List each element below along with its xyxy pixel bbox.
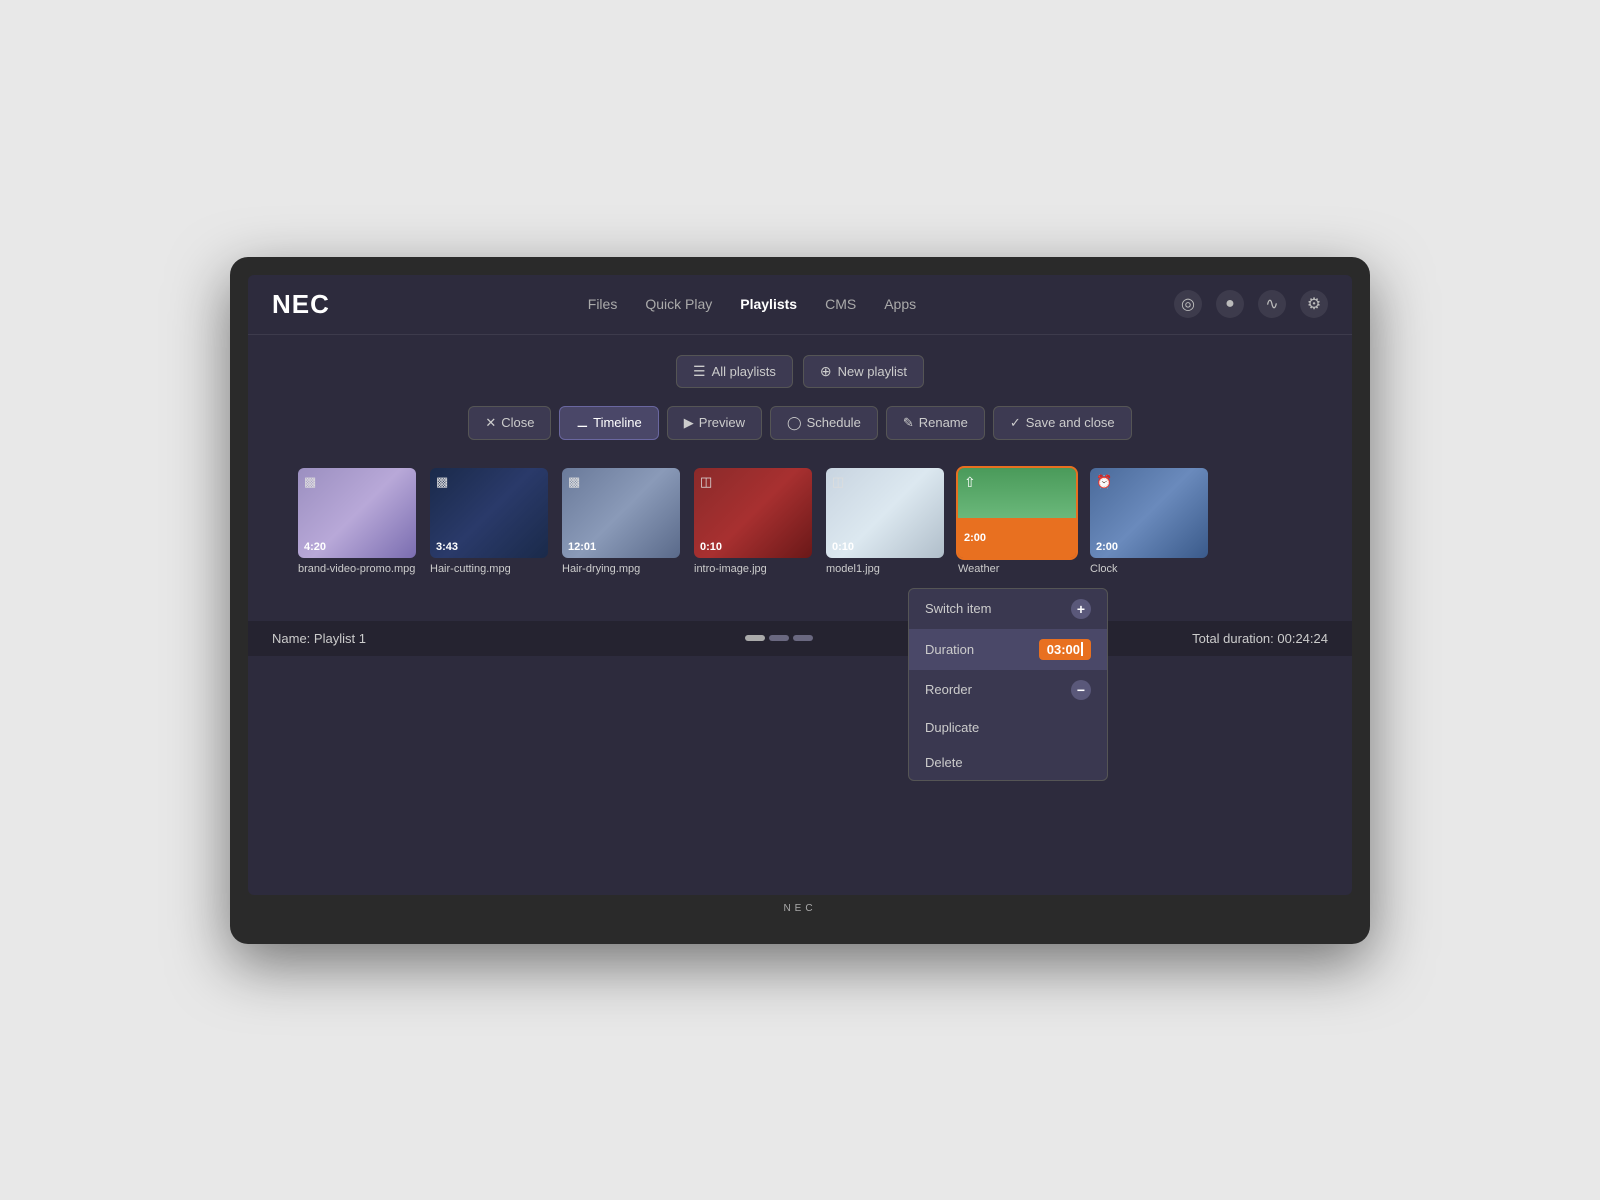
timeline-button[interactable]: ⚊ Timeline [559, 406, 658, 440]
video-icon: ▩ [568, 474, 580, 490]
duration-badge: 2:00 [1096, 541, 1118, 553]
scroll-dot-3 [793, 635, 813, 641]
tv-monitor: NEC Files Quick Play Playlists CMS Apps … [230, 257, 1370, 944]
rename-button[interactable]: ✎ Rename [886, 406, 985, 440]
context-menu-delete[interactable]: Delete [909, 745, 1107, 780]
duration-label: Duration [925, 642, 974, 657]
tv-screen: NEC Files Quick Play Playlists CMS Apps … [248, 275, 1352, 895]
duration-seconds: 00 [1066, 642, 1080, 657]
bottom-bar: Name: Playlist 1 Total duration: 00:24:2… [248, 621, 1352, 656]
nav-link-files[interactable]: Files [588, 296, 618, 312]
checkmark-icon: ✓ [1010, 415, 1021, 431]
globe-icon[interactable]: ● [1216, 290, 1244, 318]
duplicate-label: Duplicate [925, 720, 979, 735]
scroll-indicators [745, 635, 813, 641]
playlist-header: ☰ All playlists ⊕ New playlist [288, 355, 1312, 388]
play-icon: ▶ [684, 415, 694, 431]
duration-text: 03 [1047, 642, 1061, 657]
media-item[interactable]: ▩ 3:43 Hair-cutting.mpg [430, 468, 548, 575]
media-item[interactable]: ◫ 0:10 model1.jpg [826, 468, 944, 575]
clock-icon: ⏰ [1096, 474, 1112, 490]
preview-button[interactable]: ▶ Preview [667, 406, 762, 440]
video-icon: ▩ [436, 474, 448, 490]
nav-link-apps[interactable]: Apps [884, 296, 916, 312]
media-item[interactable]: ▩ 12:01 Hair-drying.mpg [562, 468, 680, 575]
duration-badge: 4:20 [304, 541, 326, 553]
weather-icon: ⇧ [964, 474, 976, 491]
scroll-dot-1 [745, 635, 765, 641]
main-content: ☰ All playlists ⊕ New playlist ✕ Close ⚊… [248, 335, 1352, 591]
media-name: Clock [1090, 563, 1208, 575]
context-menu-reorder[interactable]: Reorder − [909, 670, 1107, 710]
duration-badge: 3:43 [436, 541, 458, 553]
duration-badge: 0:10 [832, 541, 854, 553]
save-and-close-button[interactable]: ✓ Save and close [993, 406, 1132, 440]
media-name: Hair-drying.mpg [562, 563, 680, 575]
image-icon: ◫ [700, 474, 712, 490]
rename-icon: ✎ [903, 415, 914, 431]
schedule-label: Schedule [807, 415, 861, 430]
media-grid: ▩ 4:20 brand-video-promo.mpg ▩ 3:43 Hair… [288, 468, 1312, 575]
timeline-label: Timeline [593, 415, 642, 430]
nav-link-quickplay[interactable]: Quick Play [645, 296, 712, 312]
wifi-icon[interactable]: ∿ [1258, 290, 1286, 318]
close-icon: ✕ [485, 415, 496, 431]
reorder-label: Reorder [925, 682, 972, 697]
duration-input-group: 03:00 [1039, 639, 1091, 660]
duration-badge: 12:01 [568, 541, 596, 553]
close-button[interactable]: ✕ Close [468, 406, 551, 440]
image-icon: ◫ [832, 474, 844, 490]
plus-circle-icon: ⊕ [820, 363, 832, 380]
tv-brand-label: NEC [248, 903, 1352, 914]
new-playlist-button[interactable]: ⊕ New playlist [803, 355, 924, 388]
media-item[interactable]: ◫ 0:10 intro-image.jpg [694, 468, 812, 575]
duration-value[interactable]: 03:00 [1039, 639, 1091, 660]
context-menu: Switch item + Duration 03:00 Reorder [908, 588, 1108, 781]
duration-cursor [1081, 642, 1083, 656]
context-menu-duplicate[interactable]: Duplicate [909, 710, 1107, 745]
schedule-button[interactable]: ◯ Schedule [770, 406, 878, 440]
user-icon[interactable]: ◎ [1174, 290, 1202, 318]
timeline-icon: ⚊ [576, 415, 588, 431]
video-icon: ▩ [304, 474, 316, 490]
delete-label: Delete [925, 755, 963, 770]
all-playlists-label: All playlists [712, 364, 776, 379]
schedule-icon: ◯ [787, 415, 802, 431]
new-playlist-label: New playlist [838, 364, 907, 379]
weather-duration: 2:00 [964, 532, 986, 544]
settings-icon[interactable]: ⚙ [1300, 290, 1328, 318]
nav-links: Files Quick Play Playlists CMS Apps [588, 296, 916, 312]
media-name: Hair-cutting.mpg [430, 563, 548, 575]
media-name: brand-video-promo.mpg [298, 563, 416, 575]
nav-logo: NEC [272, 289, 330, 320]
switch-item-plus[interactable]: + [1071, 599, 1091, 619]
duration-badge: 0:10 [700, 541, 722, 553]
media-item-weather[interactable]: ⇧ 2:00 Weather [958, 468, 1076, 575]
media-name: Weather [958, 563, 1076, 575]
nav-icons: ◎ ● ∿ ⚙ [1174, 290, 1328, 318]
scroll-dot-2 [769, 635, 789, 641]
switch-item-label: Switch item [925, 601, 991, 616]
save-and-close-label: Save and close [1026, 415, 1115, 430]
media-item-clock[interactable]: ⏰ 2:00 Clock [1090, 468, 1208, 575]
playlist-name: Name: Playlist 1 [272, 631, 366, 646]
media-item[interactable]: ▩ 4:20 brand-video-promo.mpg [298, 468, 416, 575]
nav-link-playlists[interactable]: Playlists [740, 296, 797, 312]
context-menu-switch-item[interactable]: Switch item + [909, 589, 1107, 629]
close-label: Close [501, 415, 534, 430]
toolbar: ✕ Close ⚊ Timeline ▶ Preview ◯ Schedule … [288, 406, 1312, 440]
rename-label: Rename [919, 415, 968, 430]
context-menu-duration[interactable]: Duration 03:00 [909, 629, 1107, 670]
all-playlists-button[interactable]: ☰ All playlists [676, 355, 793, 388]
preview-label: Preview [699, 415, 745, 430]
media-name: model1.jpg [826, 563, 944, 575]
media-name: intro-image.jpg [694, 563, 812, 575]
nav-link-cms[interactable]: CMS [825, 296, 856, 312]
reorder-minus[interactable]: − [1071, 680, 1091, 700]
total-duration: Total duration: 00:24:24 [1192, 631, 1328, 646]
top-nav: NEC Files Quick Play Playlists CMS Apps … [248, 275, 1352, 334]
list-icon: ☰ [693, 363, 706, 380]
